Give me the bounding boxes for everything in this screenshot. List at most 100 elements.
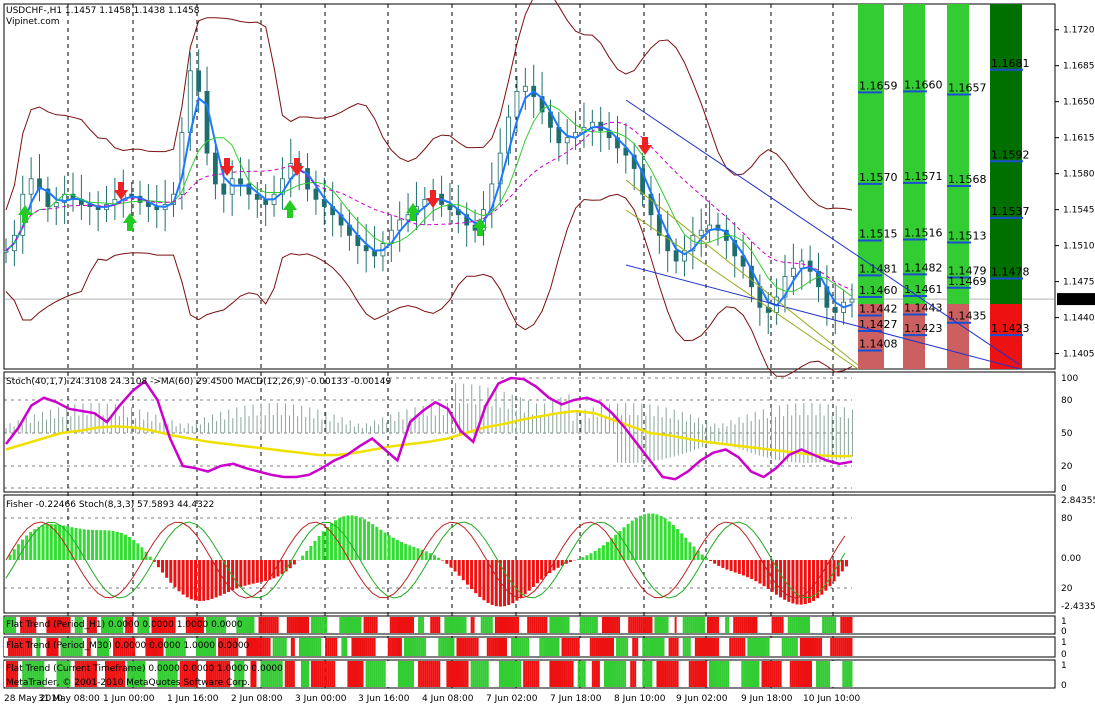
flat-trend-m30-bar bbox=[583, 638, 586, 656]
flat-trend-h1-bar bbox=[379, 617, 382, 633]
flat-trend-m30-bar bbox=[573, 638, 576, 656]
flat-trend-current-bar bbox=[733, 661, 736, 687]
flat-trend-current-bar bbox=[446, 661, 449, 687]
flat-trend-h1-bar bbox=[519, 617, 522, 633]
flat-trend-m30-bar bbox=[317, 638, 320, 656]
flat-trend-current-bar bbox=[755, 661, 758, 687]
y-tick-label: 1.1580 bbox=[1063, 170, 1095, 180]
pivot-level-label: 1.1516 bbox=[904, 226, 943, 239]
flat-trend-m30-bar bbox=[535, 638, 538, 656]
flat-trend-h1-bar bbox=[280, 617, 283, 633]
pivot-level-label: 1.1657 bbox=[948, 81, 987, 94]
flat-trend-current-bar bbox=[642, 661, 645, 687]
flat-trend-h1-bar bbox=[773, 617, 776, 633]
flat-trend-h1-bar bbox=[496, 617, 499, 633]
flat-trend-h1-bar bbox=[529, 617, 532, 633]
flat-trend-h1-bar bbox=[698, 617, 701, 633]
flat-trend-h1-bar bbox=[610, 617, 613, 633]
flat-trend-h1-bar bbox=[256, 617, 259, 633]
flat-trend-m30-bar bbox=[603, 638, 607, 656]
flat-trend-current-bar bbox=[781, 661, 784, 687]
flat-trend-h1-bar bbox=[357, 617, 360, 633]
flat-trend-h1-bar bbox=[620, 617, 623, 633]
flat-trend-m30-bar bbox=[739, 638, 742, 656]
flat-trend-current-bar bbox=[333, 661, 336, 687]
flat-trend-current-bar bbox=[807, 661, 811, 687]
flat-trend-current-bar bbox=[747, 661, 750, 687]
flat-trend-current-bar bbox=[660, 661, 663, 687]
flat-trend-m30-bar bbox=[438, 638, 441, 656]
flat-trend-current-bar bbox=[846, 661, 849, 687]
flat-trend-current-bar bbox=[605, 661, 609, 687]
flat-trend-current-bar bbox=[405, 661, 409, 687]
flat-trend-h1-bar bbox=[434, 617, 437, 633]
flat-trend-m30-bar bbox=[646, 638, 649, 656]
flat-trend-h1-bar bbox=[601, 617, 605, 633]
sell-arrow-icon bbox=[114, 182, 128, 200]
flat-trend-m30-bar bbox=[307, 638, 310, 656]
flat-trend-current-label: Flat Trend (Current Timeframe) 0.0000 0.… bbox=[6, 664, 283, 674]
flat-trend-h1-y-bottom: 0 bbox=[1061, 627, 1067, 637]
flat-trend-current-bar bbox=[403, 661, 407, 687]
flat-trend-current-bar bbox=[476, 661, 479, 687]
flat-trend-current-bar bbox=[414, 661, 417, 687]
flat-trend-current-bar bbox=[458, 661, 461, 687]
flat-trend-h1-bar bbox=[844, 617, 847, 633]
flat-trend-current-bar bbox=[335, 661, 338, 687]
flat-trend-h1-bar bbox=[632, 617, 635, 633]
flat-trend-h1-bar bbox=[288, 617, 291, 633]
flat-trend-h1-bar bbox=[502, 617, 506, 633]
flat-trend-m30-bar bbox=[498, 638, 501, 656]
flat-trend-h1-bar bbox=[448, 617, 451, 633]
flat-trend-h1-bar bbox=[311, 617, 314, 633]
flat-trend-m30-bar bbox=[357, 638, 360, 656]
x-tick-label: 3 Jun 16:00 bbox=[358, 694, 410, 704]
flat-trend-m30-bar bbox=[403, 638, 407, 656]
chart-canvas[interactable]: 28 May 201031 May 08:00 1 Jun 00:00 1 Jun … bbox=[0, 0, 1095, 706]
flat-trend-m30-bar bbox=[660, 638, 663, 656]
flat-trend-current-bar bbox=[494, 661, 497, 687]
flat-trend-m30-bar bbox=[767, 638, 770, 656]
flat-trend-h1-bar bbox=[583, 617, 586, 633]
flat-trend-h1-bar bbox=[454, 617, 457, 633]
flat-trend-current-bar bbox=[739, 661, 742, 687]
flat-trend-current-bar bbox=[765, 661, 768, 687]
flat-trend-current-bar bbox=[620, 661, 623, 687]
flat-trend-m30-bar bbox=[335, 638, 338, 656]
flat-trend-h1-bar bbox=[753, 617, 756, 633]
flat-trend-m30-bar bbox=[266, 638, 269, 656]
flat-trend-current-bar bbox=[420, 661, 423, 687]
flat-trend-m30-bar bbox=[315, 638, 318, 656]
flat-trend-current-bar bbox=[410, 661, 413, 687]
flat-trend-h1-bar bbox=[410, 617, 413, 633]
flat-trend-current-bar bbox=[816, 661, 819, 687]
source-label: Vipinet.com bbox=[6, 17, 60, 27]
flat-trend-current-bar bbox=[422, 661, 425, 687]
flat-trend-current-bar bbox=[353, 661, 356, 687]
flat-trend-m30-bar bbox=[783, 638, 786, 656]
flat-trend-current-bar bbox=[834, 661, 837, 687]
flat-trend-current-bar bbox=[791, 661, 794, 687]
flat-trend-m30-bar bbox=[298, 638, 302, 656]
flat-trend-current-bar bbox=[329, 661, 332, 687]
flat-trend-m30-bar bbox=[442, 638, 445, 656]
flat-trend-m30-bar bbox=[686, 638, 689, 656]
flat-trend-current-bar bbox=[775, 661, 778, 687]
flat-trend-h1-bar bbox=[290, 617, 293, 633]
pivot-level-label: 1.1513 bbox=[948, 230, 987, 243]
flat-trend-m30-bar bbox=[327, 638, 330, 656]
flat-trend-current-bar bbox=[424, 661, 427, 687]
flat-trend-h1-bar bbox=[278, 617, 281, 633]
flat-trend-h1-bar bbox=[506, 617, 510, 633]
flat-trend-h1-bar bbox=[353, 617, 356, 633]
flat-trend-current-bar bbox=[509, 661, 512, 687]
flat-trend-h1-bar bbox=[688, 617, 691, 633]
fisher-y-label: 0.00 bbox=[1061, 554, 1081, 564]
flat-trend-m30-bar bbox=[294, 638, 297, 656]
x-tick-label: 4 Jun 08:00 bbox=[422, 694, 474, 704]
flat-trend-m30-bar bbox=[731, 638, 734, 656]
flat-trend-m30-bar bbox=[747, 638, 750, 656]
flat-trend-current-bar bbox=[539, 661, 542, 687]
flat-trend-h1-bar bbox=[438, 617, 441, 633]
flat-trend-h1-bar bbox=[492, 617, 495, 633]
